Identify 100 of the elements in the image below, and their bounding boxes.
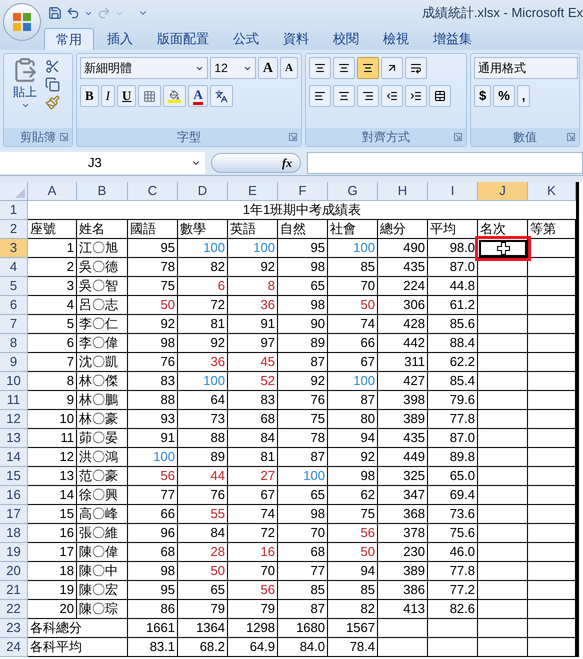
office-button[interactable] bbox=[3, 3, 41, 41]
row-header[interactable]: 9 bbox=[0, 353, 28, 372]
row-header[interactable]: 24 bbox=[0, 638, 28, 657]
row-header[interactable]: 20 bbox=[0, 562, 28, 581]
row-header[interactable]: 5 bbox=[0, 277, 28, 296]
dialog-launcher-icon[interactable] bbox=[567, 133, 575, 141]
row-header[interactable]: 17 bbox=[0, 505, 28, 524]
bold-button[interactable]: B bbox=[80, 85, 99, 107]
cut-icon[interactable] bbox=[45, 59, 60, 74]
row-header[interactable]: 16 bbox=[0, 486, 28, 505]
dialog-launcher-icon[interactable] bbox=[454, 133, 462, 141]
fill-color-button[interactable] bbox=[163, 85, 186, 107]
column-header[interactable]: I bbox=[428, 182, 478, 201]
row-header[interactable]: 22 bbox=[0, 600, 28, 619]
column-header[interactable]: C bbox=[128, 182, 178, 201]
ribbon-tab[interactable]: 資料 bbox=[272, 28, 320, 50]
column-header[interactable]: K bbox=[528, 182, 576, 201]
row-header[interactable]: 6 bbox=[0, 296, 28, 315]
underline-button[interactable]: U bbox=[117, 85, 136, 107]
table-cell: 100 bbox=[178, 239, 228, 258]
empty-cell bbox=[478, 467, 528, 486]
ribbon-tab[interactable]: 檢視 bbox=[372, 28, 420, 50]
row-header[interactable]: 2 bbox=[0, 220, 28, 239]
logo bbox=[12, 12, 32, 32]
column-header[interactable]: B bbox=[77, 182, 128, 201]
comma-button[interactable]: , bbox=[516, 85, 530, 107]
number-format-field[interactable]: 通用格式 bbox=[474, 57, 578, 79]
column-header[interactable]: F bbox=[278, 182, 328, 201]
column-header[interactable]: D bbox=[178, 182, 228, 201]
row-header[interactable]: 13 bbox=[0, 429, 28, 448]
ribbon-tab[interactable]: 常用 bbox=[44, 28, 94, 50]
orientation-button[interactable] bbox=[381, 57, 403, 79]
formula-input[interactable] bbox=[307, 152, 583, 174]
name-box[interactable]: J3 bbox=[0, 152, 205, 174]
increase-indent-button[interactable] bbox=[405, 85, 427, 107]
table-cell: 84.0 bbox=[278, 638, 328, 657]
merge-button[interactable] bbox=[429, 85, 451, 107]
font-name-field[interactable]: 新細明體 bbox=[80, 57, 208, 79]
row-header[interactable]: 7 bbox=[0, 315, 28, 334]
row-header[interactable]: 15 bbox=[0, 467, 28, 486]
grow-font-button[interactable]: A bbox=[258, 57, 278, 79]
save-icon[interactable] bbox=[48, 6, 62, 20]
row-header[interactable]: 23 bbox=[0, 619, 28, 638]
align-center-button[interactable] bbox=[333, 85, 355, 107]
table-cell: 36 bbox=[228, 296, 278, 315]
ribbon-tab[interactable]: 公式 bbox=[222, 28, 270, 50]
top-align-button[interactable] bbox=[309, 57, 331, 79]
bottom-align-button[interactable] bbox=[357, 57, 379, 79]
column-header[interactable]: G bbox=[328, 182, 378, 201]
decrease-indent-button[interactable] bbox=[381, 85, 403, 107]
table-cell: 62 bbox=[328, 486, 378, 505]
row-header[interactable]: 18 bbox=[0, 524, 28, 543]
row-header[interactable]: 1 bbox=[0, 201, 28, 220]
table-cell: 江〇旭 bbox=[77, 239, 128, 258]
align-left-button[interactable] bbox=[309, 85, 331, 107]
copy-icon[interactable] bbox=[45, 77, 60, 92]
row-header[interactable]: 3 bbox=[0, 239, 28, 258]
ribbon-tab[interactable]: 版面配置 bbox=[146, 28, 220, 50]
row-header[interactable]: 12 bbox=[0, 410, 28, 429]
wrap-text-button[interactable] bbox=[405, 57, 427, 79]
row-header[interactable]: 19 bbox=[0, 543, 28, 562]
row-header[interactable]: 10 bbox=[0, 372, 28, 391]
selected-cell[interactable] bbox=[479, 240, 527, 257]
italic-button[interactable]: I bbox=[100, 85, 116, 107]
percent-button[interactable]: % bbox=[493, 85, 515, 107]
empty-cell bbox=[528, 334, 576, 353]
column-header[interactable]: A bbox=[28, 182, 77, 201]
middle-align-button[interactable] bbox=[333, 57, 355, 79]
shrink-font-button[interactable]: A bbox=[280, 57, 298, 79]
empty-cell bbox=[528, 562, 576, 581]
column-header[interactable]: H bbox=[378, 182, 428, 201]
table-cell: 16 bbox=[28, 524, 77, 543]
dialog-launcher-icon[interactable] bbox=[60, 133, 68, 141]
currency-button[interactable]: $ bbox=[474, 85, 492, 107]
table-cell: 85.4 bbox=[428, 372, 478, 391]
ribbon-tab[interactable]: 校閱 bbox=[322, 28, 370, 50]
font-color-button[interactable]: A bbox=[188, 85, 208, 107]
row-header[interactable]: 8 bbox=[0, 334, 28, 353]
table-cell: 77.2 bbox=[428, 581, 478, 600]
row-header[interactable]: 21 bbox=[0, 581, 28, 600]
column-header[interactable]: J bbox=[478, 182, 528, 201]
phonetic-button[interactable] bbox=[210, 85, 233, 107]
column-header[interactable]: E bbox=[228, 182, 278, 201]
table-cell: 83 bbox=[128, 372, 178, 391]
row-header[interactable]: 14 bbox=[0, 448, 28, 467]
function-button[interactable]: fx bbox=[211, 152, 301, 172]
brush-icon[interactable] bbox=[45, 95, 60, 110]
dialog-launcher-icon[interactable] bbox=[289, 133, 297, 141]
row-header[interactable]: 11 bbox=[0, 391, 28, 410]
row-header[interactable]: 4 bbox=[0, 258, 28, 277]
table-cell: 368 bbox=[378, 505, 428, 524]
ribbon-tab[interactable]: 插入 bbox=[96, 28, 144, 50]
align-right-button[interactable] bbox=[357, 85, 379, 107]
table-cell: 52 bbox=[228, 372, 278, 391]
paste-button[interactable]: 貼上 bbox=[7, 57, 43, 115]
ribbon-tab[interactable]: 增益集 bbox=[422, 28, 483, 50]
font-size-field[interactable]: 12 bbox=[210, 57, 256, 79]
border-button[interactable] bbox=[138, 85, 162, 107]
undo-icon[interactable] bbox=[66, 6, 80, 20]
table-cell: 高〇峰 bbox=[77, 505, 128, 524]
